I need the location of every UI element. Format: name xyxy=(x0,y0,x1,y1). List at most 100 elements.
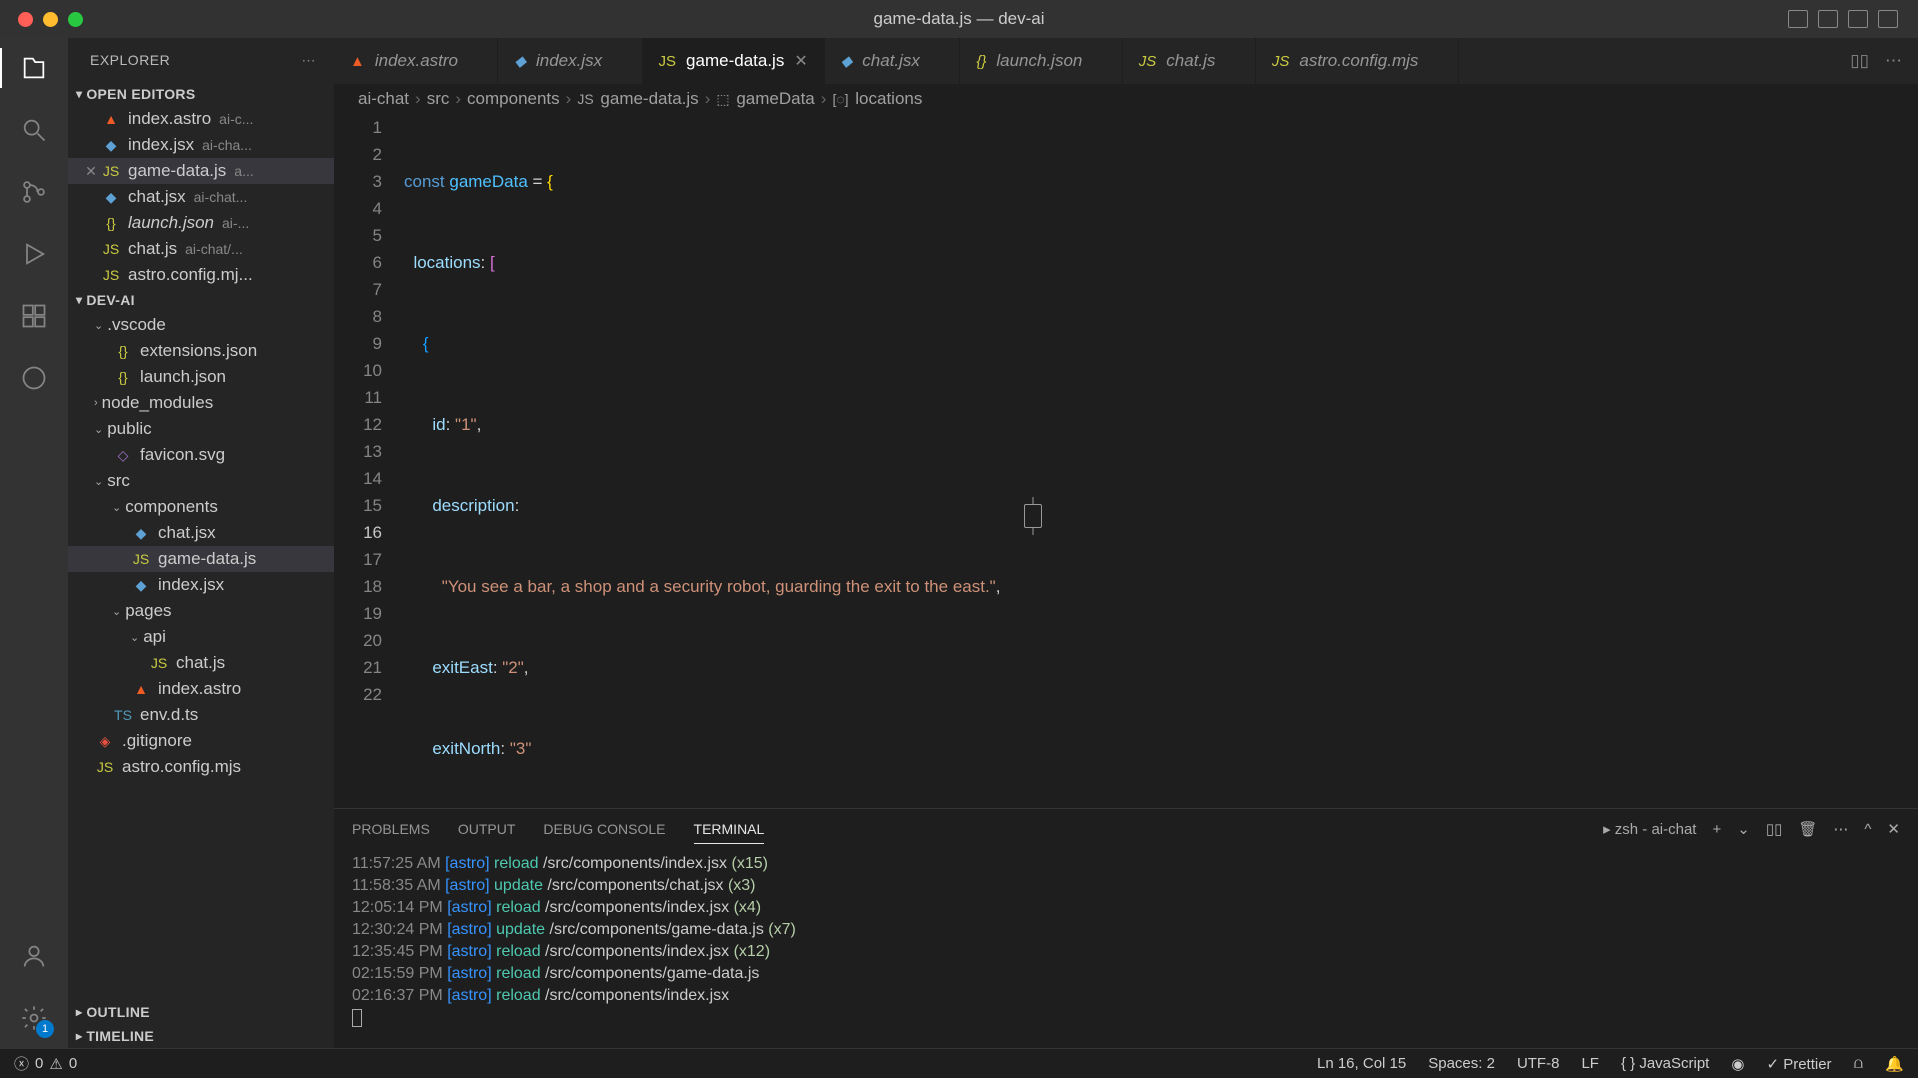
status-eol[interactable]: LF xyxy=(1581,1055,1599,1072)
split-editor-icon[interactable]: ▯▯ xyxy=(1850,51,1869,71)
folder-item[interactable]: ⌄pages xyxy=(68,598,334,624)
open-editor-item[interactable]: ◆index.jsxai-cha... xyxy=(68,132,334,158)
folder-item[interactable]: ⌄src xyxy=(68,468,334,494)
status-prettier[interactable]: ✓ Prettier xyxy=(1766,1055,1831,1073)
status-language[interactable]: { } JavaScript xyxy=(1621,1055,1709,1072)
breadcrumb-item[interactable]: [◌] locations xyxy=(832,89,922,109)
status-indent[interactable]: Spaces: 2 xyxy=(1428,1055,1495,1072)
breadcrumb[interactable]: ai-chat›src›components›JS game-data.js›⬚… xyxy=(334,84,1918,114)
editor-tab[interactable]: JSchat.js✕ xyxy=(1123,38,1256,84)
file-item[interactable]: ▲index.astro xyxy=(68,676,334,702)
breadcrumb-item[interactable]: ai-chat xyxy=(358,89,409,109)
settings-icon[interactable]: 1 xyxy=(18,1002,50,1034)
source-control-icon[interactable] xyxy=(18,176,50,208)
settings-badge: 1 xyxy=(36,1020,54,1038)
edge-tools-icon[interactable] xyxy=(18,362,50,394)
close-panel-icon[interactable]: ✕ xyxy=(1887,820,1900,838)
editor-tab[interactable]: ◆chat.jsx✕ xyxy=(825,38,961,84)
file-item[interactable]: {}extensions.json xyxy=(68,338,334,364)
extensions-icon[interactable] xyxy=(18,300,50,332)
maximize-panel-icon[interactable]: ^ xyxy=(1864,821,1871,838)
breadcrumb-item[interactable]: src xyxy=(427,89,450,109)
file-item[interactable]: ◆chat.jsx xyxy=(68,520,334,546)
explorer-icon[interactable] xyxy=(18,52,50,84)
editor-tab[interactable]: ▲index.astro✕ xyxy=(334,38,498,84)
code-editor[interactable]: 12345678910111213141516171819202122 cons… xyxy=(334,114,1918,808)
sidebar-title: EXPLORER xyxy=(90,52,170,68)
close-window-button[interactable] xyxy=(18,12,33,27)
file-item[interactable]: ◇favicon.svg xyxy=(68,442,334,468)
file-item[interactable]: {}launch.json xyxy=(68,364,334,390)
editor-tabs: ▲index.astro✕◆index.jsx✕JSgame-data.js✕◆… xyxy=(334,38,1918,84)
status-radio-icon[interactable]: ⩍ xyxy=(1854,1055,1864,1072)
close-icon[interactable]: ✕ xyxy=(82,163,100,180)
open-editors-header[interactable]: ▾OPEN EDITORS xyxy=(68,82,334,106)
open-editor-item[interactable]: JSchat.jsai-chat/... xyxy=(68,236,334,262)
sidebar-explorer: EXPLORER ⋯ ▾OPEN EDITORS ▲index.astroai-… xyxy=(68,38,334,1048)
editor-tab[interactable]: JSgame-data.js✕ xyxy=(643,38,825,84)
open-editor-item[interactable]: ✕JSgame-data.jsa... xyxy=(68,158,334,184)
window-controls xyxy=(0,12,83,27)
open-editor-item[interactable]: JSastro.config.mj... xyxy=(68,262,334,288)
breadcrumb-item[interactable]: JS game-data.js xyxy=(577,89,698,109)
folder-item[interactable]: ⌄public xyxy=(68,416,334,442)
file-item[interactable]: TSenv.d.ts xyxy=(68,702,334,728)
panel-tab-output[interactable]: OUTPUT xyxy=(458,815,516,843)
terminal-shell-label[interactable]: ▸ zsh - ai-chat xyxy=(1603,820,1696,838)
folder-item[interactable]: ⌄api xyxy=(68,624,334,650)
maximize-window-button[interactable] xyxy=(68,12,83,27)
toggle-panel-left-icon[interactable] xyxy=(1788,10,1808,28)
toggle-panel-bottom-icon[interactable] xyxy=(1818,10,1838,28)
run-debug-icon[interactable] xyxy=(18,238,50,270)
more-actions-icon[interactable]: ⋯ xyxy=(1885,51,1902,71)
panel-tab-terminal[interactable]: TERMINAL xyxy=(694,815,765,844)
line-gutter: 12345678910111213141516171819202122 xyxy=(334,114,404,808)
terminal-output[interactable]: 11:57:25 AM [astro] reload /src/componen… xyxy=(334,849,1918,1048)
folder-item[interactable]: ⌄.vscode xyxy=(68,312,334,338)
file-item[interactable]: ◆index.jsx xyxy=(68,572,334,598)
text-cursor-icon xyxy=(1024,504,1042,528)
toggle-panel-right-icon[interactable] xyxy=(1848,10,1868,28)
panel-tab-problems[interactable]: PROBLEMS xyxy=(352,815,430,843)
panel-tab-debug[interactable]: DEBUG CONSOLE xyxy=(543,815,665,843)
status-bell-icon[interactable]: 🔔 xyxy=(1885,1055,1904,1073)
bottom-panel: PROBLEMS OUTPUT DEBUG CONSOLE TERMINAL ▸… xyxy=(334,808,1918,1048)
open-editor-item[interactable]: {}launch.jsonai-... xyxy=(68,210,334,236)
outline-header[interactable]: ▸OUTLINE xyxy=(68,1000,334,1024)
editor-tab[interactable]: {}launch.json✕ xyxy=(960,38,1122,84)
status-copilot-icon[interactable]: ◉ xyxy=(1731,1055,1744,1073)
activity-bar: 1 xyxy=(0,38,68,1048)
breadcrumb-item[interactable]: components xyxy=(467,89,560,109)
status-cursor[interactable]: Ln 16, Col 15 xyxy=(1317,1055,1406,1072)
open-editor-item[interactable]: ▲index.astroai-c... xyxy=(68,106,334,132)
breadcrumb-item[interactable]: ⬚ gameData xyxy=(716,89,814,109)
open-editor-item[interactable]: ◆chat.jsxai-chat... xyxy=(68,184,334,210)
sidebar-more-icon[interactable]: ⋯ xyxy=(302,52,317,69)
search-icon[interactable] xyxy=(18,114,50,146)
kill-terminal-icon[interactable]: 🗑 xyxy=(1798,820,1817,838)
panel-more-icon[interactable]: ⋯ xyxy=(1833,820,1848,838)
new-terminal-icon[interactable]: + xyxy=(1712,821,1721,838)
timeline-header[interactable]: ▸TIMELINE xyxy=(68,1024,334,1048)
code-content[interactable]: const gameData = { locations: [ { id: "1… xyxy=(404,114,1918,808)
file-item[interactable]: JSgame-data.js xyxy=(68,546,334,572)
folder-item[interactable]: ⌄components xyxy=(68,494,334,520)
status-errors[interactable]: ⓧ0⚠0 xyxy=(14,1053,77,1074)
folder-item[interactable]: ›node_modules xyxy=(68,390,334,416)
close-tab-icon[interactable]: ✕ xyxy=(794,51,807,71)
customize-layout-icon[interactable] xyxy=(1878,10,1898,28)
titlebar: game-data.js — dev-ai xyxy=(0,0,1918,38)
minimize-window-button[interactable] xyxy=(43,12,58,27)
split-terminal-icon[interactable]: ▯▯ xyxy=(1766,820,1783,838)
accounts-icon[interactable] xyxy=(18,940,50,972)
project-header[interactable]: ▾DEV-AI xyxy=(68,288,334,312)
status-bar: ⓧ0⚠0 Ln 16, Col 15 Spaces: 2 UTF-8 LF { … xyxy=(0,1048,1918,1078)
status-encoding[interactable]: UTF-8 xyxy=(1517,1055,1560,1072)
file-item[interactable]: ◈.gitignore xyxy=(68,728,334,754)
file-item[interactable]: JSchat.js xyxy=(68,650,334,676)
editor-tab[interactable]: ◆index.jsx✕ xyxy=(498,38,642,84)
terminal-dropdown-icon[interactable]: ⌄ xyxy=(1737,820,1750,838)
file-item[interactable]: JSastro.config.mjs xyxy=(68,754,334,780)
editor-tab[interactable]: JSastro.config.mjs✕ xyxy=(1256,38,1459,84)
window-title: game-data.js — dev-ai xyxy=(873,9,1044,29)
